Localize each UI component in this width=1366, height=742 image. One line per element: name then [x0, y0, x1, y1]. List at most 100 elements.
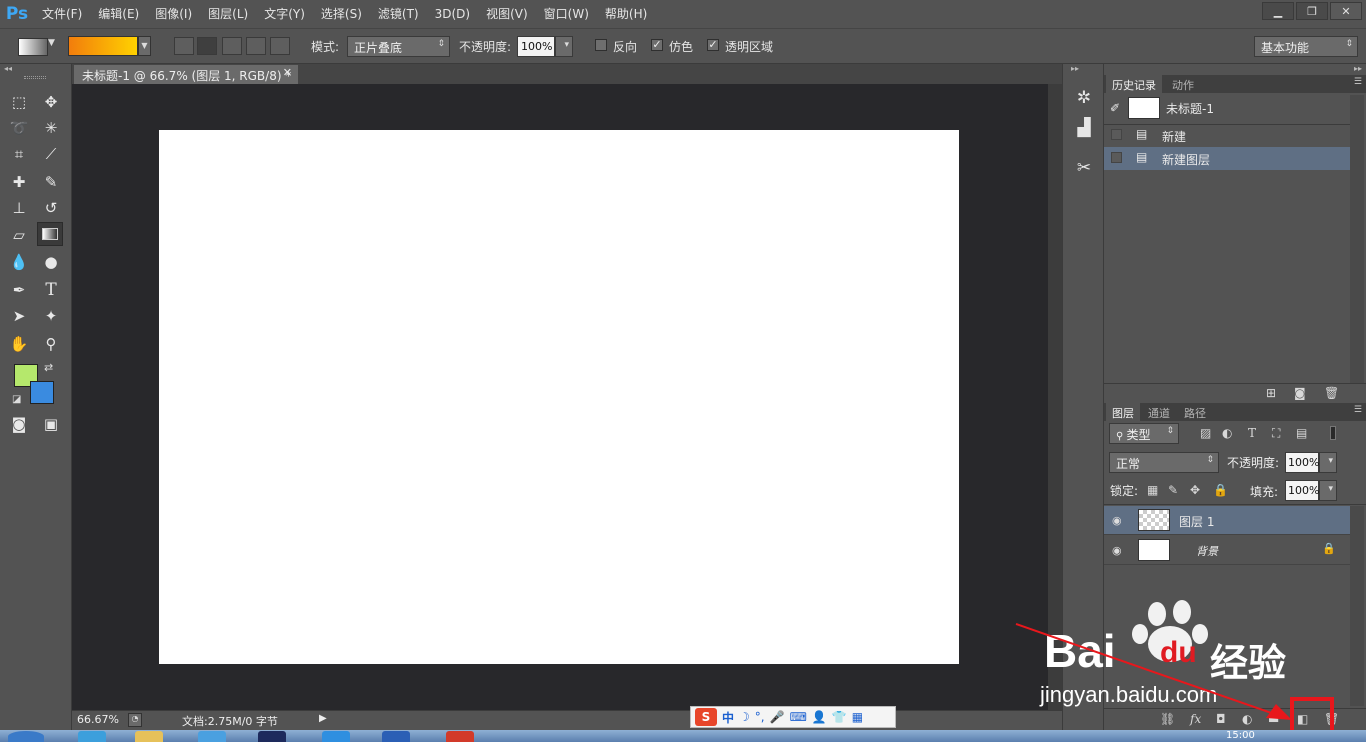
history-scrollbar[interactable] [1350, 95, 1364, 383]
dock-collapse-icon[interactable]: ▸▸ [1071, 64, 1079, 73]
tab-paths[interactable]: 路径 [1178, 403, 1212, 421]
history-brush-tool-icon[interactable]: ↺ [38, 196, 64, 220]
history-brush-source-icon[interactable]: ✐ [1110, 101, 1120, 115]
menu-item-6[interactable]: 滤镜(T) [370, 0, 427, 28]
taskbar-photoshop-icon[interactable] [258, 731, 286, 742]
user-icon[interactable]: 👤 [812, 710, 827, 724]
background-color-swatch[interactable] [30, 381, 54, 404]
shape-tool-icon[interactable]: ✦ [38, 304, 64, 328]
grid-icon[interactable]: ▦ [852, 710, 863, 724]
crop-tool-icon[interactable]: ⌗ [6, 142, 32, 166]
reflected-gradient-button[interactable] [246, 37, 266, 55]
keyboard-icon[interactable]: ⌨ [790, 710, 807, 724]
moon-icon[interactable]: ☽ [739, 710, 750, 724]
lock-all-icon[interactable]: 🔒 [1213, 483, 1228, 497]
quick-mask-icon[interactable]: ◙ [6, 412, 32, 436]
layers-scrollbar[interactable] [1350, 506, 1364, 706]
history-item[interactable]: ▤ 新建 [1104, 124, 1350, 147]
gradient-tool-icon[interactable] [37, 222, 63, 246]
history-checkbox[interactable] [1111, 129, 1122, 140]
panel-menu-icon[interactable]: ☰ [1354, 77, 1362, 87]
transparency-checkbox[interactable]: ✓ [707, 39, 719, 51]
history-snapshot[interactable]: ✐ 未标题-1 [1104, 95, 1350, 123]
type-filter-icon[interactable]: T [1248, 426, 1256, 440]
default-colors-icon[interactable]: ◪ [12, 394, 21, 405]
dither-checkbox[interactable]: ✓ [651, 39, 663, 51]
eraser-tool-icon[interactable]: ▱ [6, 223, 32, 247]
menu-item-5[interactable]: 选择(S) [313, 0, 370, 28]
tab-layers[interactable]: 图层 [1106, 403, 1140, 421]
panel-collapse-icon[interactable]: ▸▸ [1354, 64, 1362, 73]
zoom-level[interactable]: 66.67% [77, 713, 119, 726]
marquee-tool-icon[interactable]: ⬚ [6, 90, 32, 114]
history-checkbox[interactable] [1111, 152, 1122, 163]
lock-position-icon[interactable]: ✥ [1190, 483, 1200, 497]
tab-history[interactable]: 历史记录 [1106, 75, 1162, 93]
shape-filter-icon[interactable]: ⛶ [1272, 426, 1280, 441]
menu-item-7[interactable]: 3D(D) [427, 0, 478, 28]
navigator-panel-icon[interactable]: ✲ [1072, 86, 1096, 110]
tab-actions[interactable]: 动作 [1166, 75, 1200, 93]
gradient-tool-preset-icon[interactable] [18, 38, 48, 56]
linear-gradient-button[interactable] [174, 37, 194, 55]
document-canvas[interactable] [159, 130, 959, 664]
ime-language[interactable]: 中 [722, 709, 734, 726]
clone-stamp-tool-icon[interactable]: ⊥ [6, 196, 32, 220]
type-tool-icon[interactable]: T [38, 278, 64, 302]
chevron-down-icon[interactable]: ▼ [48, 38, 55, 48]
diamond-gradient-button[interactable] [270, 37, 290, 55]
camera-icon[interactable]: ◙ [1294, 386, 1306, 400]
blur-tool-icon[interactable]: 💧 [6, 250, 32, 274]
magic-wand-tool-icon[interactable]: ✳ [38, 116, 64, 140]
taskbar-folder-icon[interactable] [135, 731, 163, 742]
punctuation-icon[interactable]: °, [755, 710, 765, 724]
angle-gradient-button[interactable] [222, 37, 242, 55]
menu-item-2[interactable]: 图像(I) [147, 0, 200, 28]
smart-object-filter-icon[interactable]: ▤ [1296, 426, 1307, 440]
menu-item-10[interactable]: 帮助(H) [597, 0, 655, 28]
lasso-tool-icon[interactable]: ➰ [6, 116, 32, 140]
taskbar-ie-icon[interactable] [322, 731, 350, 742]
opacity-dropdown[interactable]: ▾ [555, 36, 573, 57]
layer-opacity-dropdown[interactable]: ▾ [1319, 452, 1337, 473]
lock-transparent-icon[interactable]: ▦ [1147, 483, 1158, 497]
healing-brush-tool-icon[interactable]: ✚ [6, 170, 32, 194]
pixel-filter-icon[interactable]: ▨ [1200, 426, 1211, 440]
opacity-input[interactable]: 100% [517, 36, 555, 57]
pen-tool-icon[interactable]: ✒ [6, 278, 32, 302]
panel-collapse-icon[interactable]: ◂◂ [4, 64, 12, 73]
fill-input[interactable]: 100% [1285, 480, 1319, 501]
trash-icon[interactable]: 🗑 [1324, 386, 1339, 400]
gradient-picker[interactable] [68, 36, 138, 56]
menu-item-3[interactable]: 图层(L) [200, 0, 256, 28]
close-tab-icon[interactable]: ✕ [283, 66, 292, 79]
close-button[interactable]: ✕ [1330, 2, 1362, 20]
path-selection-tool-icon[interactable]: ➤ [6, 304, 32, 328]
skin-icon[interactable]: 👕 [832, 710, 847, 724]
taskbar-word-icon[interactable] [382, 731, 410, 742]
sogou-logo-icon[interactable]: S [695, 708, 717, 726]
eye-icon[interactable]: ◉ [1112, 514, 1122, 527]
blend-mode-dropdown[interactable]: 正常 ⇕ [1109, 452, 1219, 473]
start-button[interactable] [8, 731, 44, 742]
hand-tool-icon[interactable]: ✋ [6, 332, 32, 356]
histogram-panel-icon[interactable]: ▟ [1072, 116, 1096, 140]
tools-preset-panel-icon[interactable]: ✂ [1072, 156, 1096, 180]
screen-mode-icon[interactable]: ▣ [38, 412, 64, 436]
new-document-from-state-icon[interactable]: ⊞ [1266, 386, 1276, 400]
swap-colors-icon[interactable]: ⇄ [44, 361, 53, 374]
tab-channels[interactable]: 通道 [1142, 403, 1176, 421]
menu-item-1[interactable]: 编辑(E) [90, 0, 147, 28]
filter-toggle-switch[interactable] [1330, 426, 1336, 440]
brush-tool-icon[interactable]: ✎ [38, 170, 64, 194]
menu-item-8[interactable]: 视图(V) [478, 0, 536, 28]
minimize-button[interactable]: ▁ [1262, 2, 1294, 20]
restore-button[interactable]: ❐ [1296, 2, 1328, 20]
workspace-dropdown[interactable]: 基本功能 ⇕ [1254, 36, 1358, 57]
menu-item-9[interactable]: 窗口(W) [536, 0, 597, 28]
fill-dropdown[interactable]: ▾ [1319, 480, 1337, 501]
history-item[interactable]: ▤ 新建图层 [1104, 147, 1350, 170]
taskbar-red-app-icon[interactable] [446, 731, 474, 742]
menu-item-0[interactable]: 文件(F) [34, 0, 90, 28]
layer-row[interactable]: ◉ 图层 1 [1104, 506, 1350, 535]
